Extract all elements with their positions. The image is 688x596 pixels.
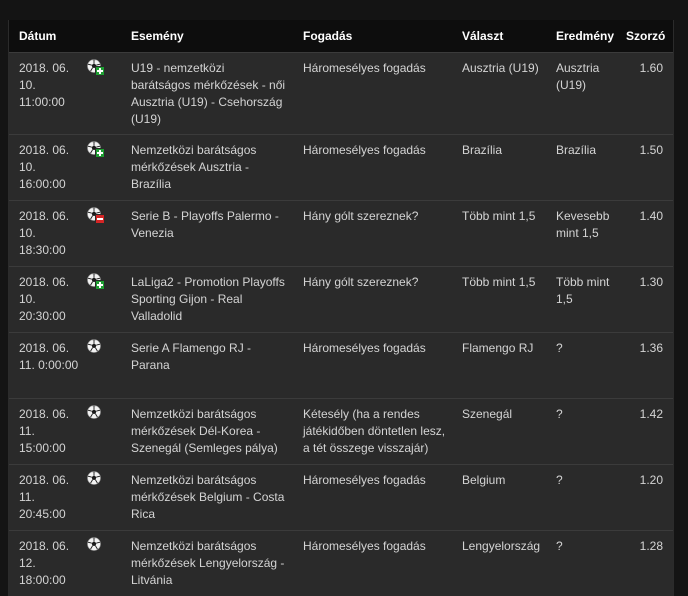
cell-sport-icon: [85, 51, 121, 134]
win-badge-icon: [95, 65, 105, 76]
cell-choice: Szenegál: [452, 397, 546, 464]
cell-result: ?: [546, 529, 616, 596]
column-header-icon: [85, 20, 121, 52]
cell-odds: 1.50: [616, 133, 673, 200]
cell-date: 2018. 06. 11. 15:00:00: [9, 397, 85, 464]
cell-bet-type: Háromesélyes fogadás: [293, 331, 452, 398]
cell-result: Kevesebb mint 1,5: [546, 199, 616, 266]
cell-choice: Több mint 1,5: [452, 199, 546, 266]
cell-sport-icon: [85, 463, 121, 530]
soccer-ball-icon: [87, 272, 105, 290]
cell-event: Nemzetközi barátságos mérkőzések Belgium…: [121, 463, 293, 530]
table-row[interactable]: 2018. 06. 11. 0:00:00 Serie A Flamengo R…: [9, 331, 673, 398]
column-header-date[interactable]: Dátum: [9, 20, 85, 52]
cell-bet-type: Háromesélyes fogadás: [293, 463, 452, 530]
cell-odds: 1.36: [616, 331, 673, 398]
cell-odds: 1.42: [616, 397, 673, 464]
cell-odds: 1.60: [616, 51, 673, 134]
cell-date: 2018. 06. 12. 18:00:00: [9, 529, 85, 596]
cell-bet-type: Háromesélyes fogadás: [293, 133, 452, 200]
cell-choice: Ausztria (U19): [452, 51, 546, 134]
table-row[interactable]: 2018. 06. 10. 16:00:00 Nemzetközi baráts…: [9, 133, 673, 200]
table-row[interactable]: 2018. 06. 12. 18:00:00 Nemzetközi baráts…: [9, 529, 673, 596]
table-row[interactable]: 2018. 06. 11. 20:45:00 Nemzetközi baráts…: [9, 463, 673, 530]
cell-date: 2018. 06. 10. 20:30:00: [9, 265, 85, 332]
soccer-ball-icon: [87, 470, 101, 485]
cell-choice: Belgium: [452, 463, 546, 530]
cell-result: Brazília: [546, 133, 616, 200]
table-row[interactable]: 2018. 06. 10. 11:00:00 U19 - nemzetközi …: [9, 51, 673, 134]
cell-event: Nemzetközi barátságos mérkőzések Ausztri…: [121, 133, 293, 200]
table-row[interactable]: 2018. 06. 11. 15:00:00 Nemzetközi baráts…: [9, 397, 673, 464]
cell-odds: 1.20: [616, 463, 673, 530]
cell-sport-icon: [85, 133, 121, 200]
soccer-ball-icon: [87, 404, 101, 419]
table-header-row: Dátum Esemény Fogadás Választ Eredmény S…: [9, 20, 673, 52]
soccer-ball-icon: [87, 338, 101, 353]
cell-result: ?: [546, 331, 616, 398]
cell-odds: 1.30: [616, 265, 673, 332]
cell-date: 2018. 06. 10. 16:00:00: [9, 133, 85, 200]
column-header-event[interactable]: Esemény: [121, 20, 293, 52]
cell-result: ?: [546, 397, 616, 464]
cell-event: LaLiga2 - Promotion Playoffs Sporting Gi…: [121, 265, 293, 332]
cell-sport-icon: [85, 331, 121, 398]
cell-odds: 1.28: [616, 529, 673, 596]
lose-badge-icon: [95, 213, 105, 224]
column-header-result[interactable]: Eredmény: [546, 20, 616, 52]
cell-event: Nemzetközi barátságos mérkőzések Lengyel…: [121, 529, 293, 596]
cell-date: 2018. 06. 11. 0:00:00: [9, 331, 85, 398]
cell-bet-type: Hány gólt szereznek?: [293, 265, 452, 332]
table-row[interactable]: 2018. 06. 10. 20:30:00 LaLiga2 - Promoti…: [9, 265, 673, 332]
cell-choice: Flamengo RJ: [452, 331, 546, 398]
cell-date: 2018. 06. 10. 18:30:00: [9, 199, 85, 266]
win-badge-icon: [95, 147, 105, 158]
cell-bet-type: Háromesélyes fogadás: [293, 51, 452, 134]
cell-odds: 1.40: [616, 199, 673, 266]
column-header-odds[interactable]: Szorzó: [616, 20, 673, 52]
table-row[interactable]: 2018. 06. 10. 18:30:00 Serie B - Playoff…: [9, 199, 673, 266]
cell-choice: Brazília: [452, 133, 546, 200]
soccer-ball-icon: [87, 58, 105, 76]
cell-date: 2018. 06. 10. 11:00:00: [9, 51, 85, 134]
cell-sport-icon: [85, 265, 121, 332]
cell-bet-type: Háromesélyes fogadás: [293, 529, 452, 596]
column-header-bet[interactable]: Fogadás: [293, 20, 452, 52]
cell-date: 2018. 06. 11. 20:45:00: [9, 463, 85, 530]
cell-sport-icon: [85, 397, 121, 464]
cell-event: Serie B - Playoffs Palermo - Venezia: [121, 199, 293, 266]
soccer-ball-icon: [87, 206, 105, 224]
soccer-ball-icon: [87, 536, 101, 551]
cell-sport-icon: [85, 199, 121, 266]
cell-result: Ausztria (U19): [546, 51, 616, 134]
column-header-choice[interactable]: Választ: [452, 20, 546, 52]
cell-result: Több mint 1,5: [546, 265, 616, 332]
cell-bet-type: Kétesély (ha a rendes játékidőben döntet…: [293, 397, 452, 464]
soccer-ball-icon: [87, 140, 105, 158]
bet-history-table: Dátum Esemény Fogadás Választ Eredmény S…: [9, 20, 673, 596]
cell-choice: Több mint 1,5: [452, 265, 546, 332]
cell-event: U19 - nemzetközi barátságos mérkőzések -…: [121, 51, 293, 134]
win-badge-icon: [95, 279, 105, 290]
cell-choice: Lengyelország: [452, 529, 546, 596]
cell-sport-icon: [85, 529, 121, 596]
bet-history-panel: Dátum Esemény Fogadás Választ Eredmény S…: [8, 20, 674, 596]
cell-result: ?: [546, 463, 616, 530]
cell-event: Nemzetközi barátságos mérkőzések Dél-Kor…: [121, 397, 293, 464]
cell-event: Serie A Flamengo RJ - Parana: [121, 331, 293, 398]
cell-bet-type: Hány gólt szereznek?: [293, 199, 452, 266]
